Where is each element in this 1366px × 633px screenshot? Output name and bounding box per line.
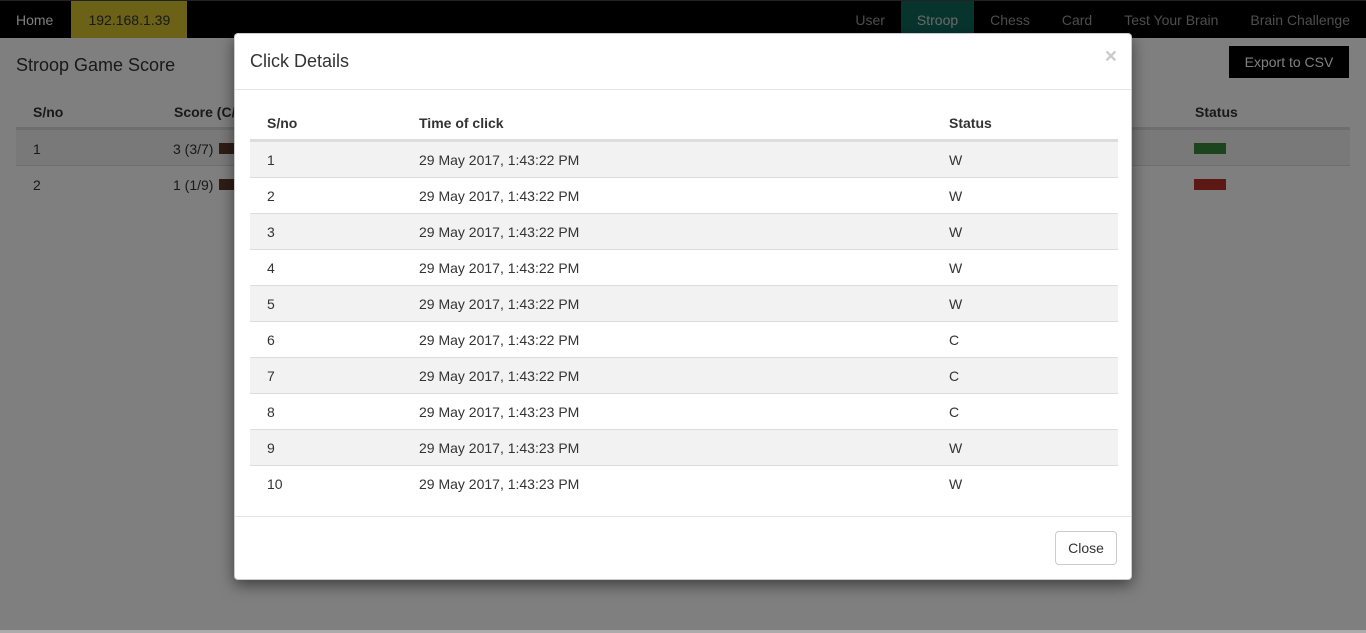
row-sno: 10 (267, 476, 283, 492)
table-row: 6 29 May 2017, 1:43:22 PM C (250, 321, 1118, 357)
table-row: 9 29 May 2017, 1:43:23 PM W (250, 429, 1118, 465)
click-details-table: S/no Time of click Status 1 29 May 2017, … (250, 105, 1118, 501)
row-status: C (949, 404, 960, 420)
header-sno: S/no (267, 115, 298, 131)
row-status: W (949, 296, 963, 312)
row-status: W (949, 476, 963, 492)
row-sno: 9 (267, 440, 275, 456)
table-row: 2 29 May 2017, 1:43:22 PM W (250, 177, 1118, 213)
row-sno: 7 (267, 368, 275, 384)
close-button[interactable]: Close (1055, 531, 1117, 565)
row-status: C (949, 332, 960, 348)
row-sno: 6 (267, 332, 275, 348)
close-icon[interactable]: × (1105, 46, 1117, 67)
row-sno: 8 (267, 404, 275, 420)
row-status: W (949, 440, 963, 456)
row-sno: 3 (267, 224, 275, 240)
row-time-of-click: 29 May 2017, 1:43:23 PM (419, 476, 580, 492)
header-time-of-click: Time of click (419, 115, 504, 131)
modal-footer: Close (235, 516, 1131, 580)
modal-title: Click Details (250, 51, 350, 71)
table-row: 4 29 May 2017, 1:43:22 PM W (250, 249, 1118, 285)
row-time-of-click: 29 May 2017, 1:43:22 PM (419, 188, 580, 204)
row-status: W (949, 224, 963, 240)
table-row: 7 29 May 2017, 1:43:22 PM C (250, 357, 1118, 393)
row-status: W (949, 188, 963, 204)
row-time-of-click: 29 May 2017, 1:43:22 PM (419, 368, 580, 384)
row-time-of-click: 29 May 2017, 1:43:22 PM (419, 224, 580, 240)
row-time-of-click: 29 May 2017, 1:43:22 PM (419, 332, 580, 348)
row-sno: 2 (267, 188, 275, 204)
row-sno: 4 (267, 260, 275, 276)
row-sno: 1 (267, 152, 275, 168)
row-status: C (949, 368, 960, 384)
row-time-of-click: 29 May 2017, 1:43:22 PM (419, 296, 580, 312)
row-time-of-click: 29 May 2017, 1:43:22 PM (419, 260, 580, 276)
row-time-of-click: 29 May 2017, 1:43:23 PM (419, 440, 580, 456)
header-status: Status (949, 115, 992, 131)
row-status: W (949, 152, 963, 168)
row-time-of-click: 29 May 2017, 1:43:22 PM (419, 152, 580, 168)
table-row: 8 29 May 2017, 1:43:23 PM C (250, 393, 1118, 429)
row-time-of-click: 29 May 2017, 1:43:23 PM (419, 404, 580, 420)
row-status: W (949, 260, 963, 276)
modal-header: Click Details × (235, 34, 1131, 90)
table-row: 3 29 May 2017, 1:43:22 PM W (250, 213, 1118, 249)
table-row: 10 29 May 2017, 1:43:23 PM W (250, 465, 1118, 501)
click-details-modal: Click Details × S/no Time of click Statu… (234, 33, 1132, 580)
table-row: 1 29 May 2017, 1:43:22 PM W (250, 141, 1118, 177)
click-table-header: S/no Time of click Status (250, 105, 1118, 141)
row-sno: 5 (267, 296, 275, 312)
table-row: 5 29 May 2017, 1:43:22 PM W (250, 285, 1118, 321)
